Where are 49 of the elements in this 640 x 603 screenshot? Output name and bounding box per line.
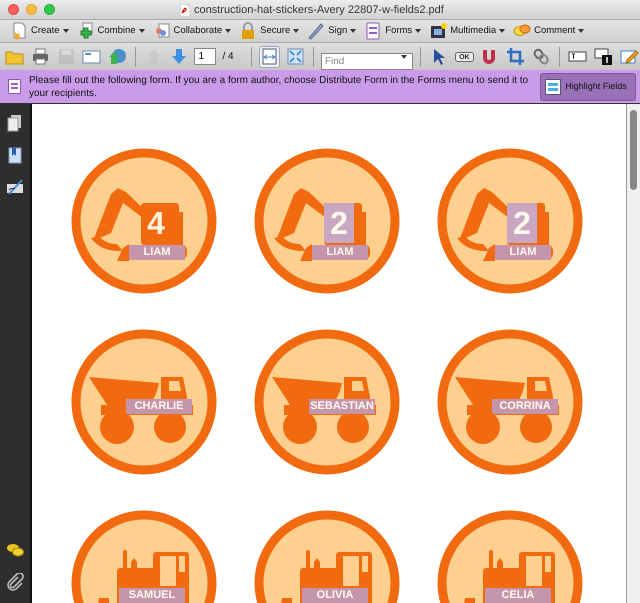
multimedia-menu-button[interactable]: Multimedia: [429, 21, 506, 41]
forms-menu-button[interactable]: Forms: [364, 21, 422, 41]
caret-icon: [499, 29, 506, 33]
collaborate-menu-button[interactable]: Collaborate: [152, 21, 232, 41]
caret-icon: [350, 29, 356, 33]
caret-icon: [138, 29, 145, 33]
caret-icon: [400, 55, 407, 59]
window-title: construction-hat-stickers-Avery 22807-w-fields2.pdf: [194, 3, 444, 18]
caret-icon: [62, 29, 69, 33]
crop-button[interactable]: [504, 46, 526, 68]
up-arrow-icon: [144, 47, 164, 66]
fit-width-icon: [260, 47, 279, 66]
globe-arrow-icon: [108, 47, 127, 66]
form-icon: [8, 79, 21, 94]
speech-bubbles-icon[interactable]: [6, 541, 24, 559]
pen-icon: [307, 22, 326, 40]
secure-menu-button[interactable]: Secure: [239, 21, 300, 41]
pdf-file-icon: [180, 4, 190, 17]
page-number-field[interactable]: 1: [194, 48, 216, 65]
page-number-button[interactable]: [592, 46, 614, 68]
zoom-button[interactable]: [44, 4, 55, 15]
printer-icon: [30, 47, 50, 66]
form-icon: [364, 22, 382, 40]
caret-icon: [415, 29, 422, 33]
sign-menu-button[interactable]: Sign: [307, 21, 356, 41]
close-button[interactable]: [8, 4, 19, 15]
caret-icon: [293, 29, 300, 33]
form-fields-icon: [545, 78, 562, 94]
caret-icon: [225, 29, 232, 33]
fit-width-button[interactable]: [258, 46, 280, 68]
sticker-number: 4: [146, 204, 166, 243]
chain-link-icon: [532, 47, 551, 66]
film-icon: [429, 22, 448, 40]
combine-menu-button[interactable]: Combine: [76, 21, 145, 41]
caret-icon: [578, 29, 584, 33]
signature-pen-icon[interactable]: [6, 178, 24, 196]
page-count: / 4: [222, 50, 234, 64]
comment-menu-button[interactable]: Comment: [513, 21, 584, 41]
create-menu-button[interactable]: Create: [10, 21, 69, 41]
bookmark-page-icon[interactable]: [6, 146, 24, 164]
pages-icon[interactable]: [6, 114, 24, 132]
crop-icon: [506, 47, 526, 66]
scroll-bar[interactable]: [626, 104, 640, 603]
expand-arrows-icon: [286, 47, 305, 66]
form-message: Please fill out the following form. If you are a form author, choose Distribute Form in the Forms menu to send it to your recipients.: [28, 74, 530, 100]
paperclip-icon[interactable]: [6, 573, 24, 591]
highlight-fields-button[interactable]: Highlight Fields: [540, 72, 636, 100]
find-field[interactable]: Find: [320, 53, 413, 70]
page-number-icon: [594, 47, 613, 66]
